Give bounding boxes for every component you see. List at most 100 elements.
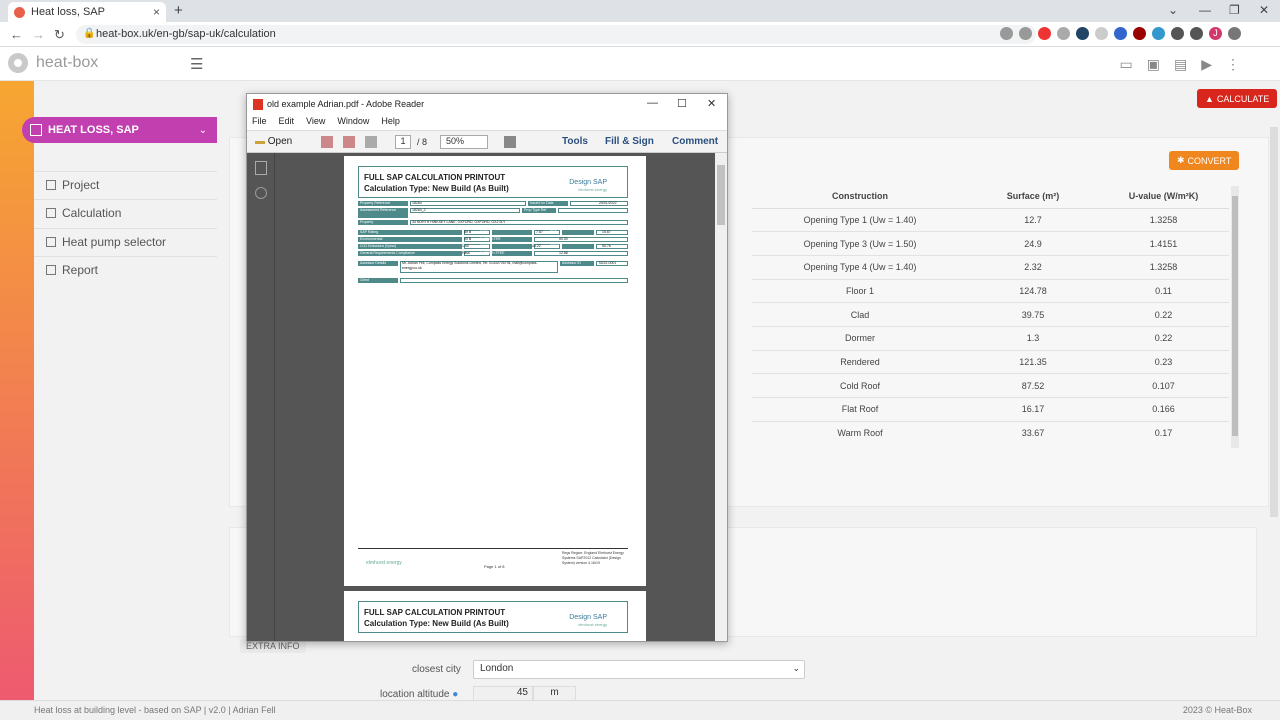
pages-icon[interactable] xyxy=(255,161,267,175)
pdf-title: FULL SAP CALCULATION PRINTOUT xyxy=(364,608,506,617)
page-total: / 8 xyxy=(417,137,428,147)
menu-help[interactable]: Help xyxy=(381,116,400,130)
table-cell: 124.78 xyxy=(968,279,1098,304)
kebab-menu-icon[interactable] xyxy=(1228,27,1241,40)
sidebar-item-heat-pump-selector[interactable]: Heat pump selector xyxy=(34,228,217,254)
menu-edit[interactable]: Edit xyxy=(279,116,295,130)
reader-toolbar: ▬ Open 1 / 8 50% Tools Fill & Sign Comme… xyxy=(247,130,727,153)
sidebar-item-report[interactable]: Report xyxy=(34,256,217,282)
warning-icon: ▲ xyxy=(1205,93,1214,104)
fill-sign-link[interactable]: Fill & Sign xyxy=(605,136,654,147)
document-icon[interactable]: ▤ xyxy=(1174,56,1187,73)
puzzle-icon[interactable] xyxy=(1171,27,1184,40)
app-logo[interactable]: heat-box xyxy=(8,53,98,73)
pdf-text: Property Reference xyxy=(360,201,391,205)
table-row[interactable]: Clad 39.75 0.22 xyxy=(752,302,1229,327)
reload-icon[interactable]: ↻ xyxy=(54,27,65,43)
table-cell: 0.11 xyxy=(1098,279,1229,304)
open-button[interactable]: ▬ Open xyxy=(255,136,292,147)
url-bar[interactable]: 🔒 heat-box.uk/en-gb/sap-uk/calculation xyxy=(76,25,1036,44)
restore-icon[interactable]: ❐ xyxy=(1229,3,1240,17)
page-number-input[interactable]: 1 xyxy=(395,135,411,149)
table-cell: 0.166 xyxy=(1098,397,1229,422)
menu-window[interactable]: Window xyxy=(337,116,369,130)
pdf-value-cell xyxy=(534,251,628,256)
forward-icon[interactable]: → xyxy=(32,27,45,42)
fit-page-icon[interactable] xyxy=(504,136,516,148)
pdf-value-cell xyxy=(410,208,520,213)
pdf-subtitle: Calculation Type: New Build (As Built) xyxy=(364,619,509,628)
pdf-scrollbar-thumb[interactable] xyxy=(717,165,725,225)
table-scrollbar[interactable] xyxy=(1231,186,1239,448)
adblock-icon[interactable] xyxy=(1038,27,1051,40)
close-window-icon[interactable]: ✕ xyxy=(1259,3,1269,17)
save-icon[interactable]: ▣ xyxy=(1147,56,1160,73)
pdf-text: 89 B xyxy=(464,230,472,234)
back-icon[interactable]: ← xyxy=(10,27,23,42)
table-row[interactable]: Floor 1 124.78 0.11 xyxy=(752,279,1229,304)
folder-icon[interactable]: ▭ xyxy=(1120,56,1133,73)
table-scrollbar-thumb[interactable] xyxy=(1232,196,1238,436)
reader-titlebar[interactable]: old example Adrian.pdf - Adobe Reader — … xyxy=(247,94,727,116)
table-row[interactable]: Warm Roof 33.67 0.17 xyxy=(752,421,1229,445)
table-row[interactable]: Rendered 121.35 0.23 xyxy=(752,350,1229,375)
sidebar-item-label: Project xyxy=(62,177,100,192)
extension-icon[interactable] xyxy=(1095,27,1108,40)
video-icon[interactable]: ▶ xyxy=(1201,56,1212,73)
menu-view[interactable]: View xyxy=(306,116,325,130)
table-row[interactable]: Cold Roof 87.52 0.107 xyxy=(752,373,1229,398)
attachment-icon[interactable] xyxy=(255,187,267,199)
convert-button[interactable]: ✱ CONVERT xyxy=(1169,151,1240,170)
chevron-down-icon: ⌄ xyxy=(792,663,800,673)
tools-link[interactable]: Tools xyxy=(562,136,588,147)
pdf-scrollbar[interactable] xyxy=(715,153,727,641)
table-row[interactable]: Dormer 1.3 0.22 xyxy=(752,326,1229,351)
profile-avatar[interactable]: J xyxy=(1209,27,1222,40)
extension-icon[interactable] xyxy=(1057,27,1070,40)
app-header: heat-box ☰ ▭ ▣ ▤ ▶ ⋮ xyxy=(0,47,1280,81)
pdf-text: 34 NORTH HINKSEY LANE, OXFORD, OXFORD, O… xyxy=(412,220,506,224)
tab-search-icon[interactable]: ⌄ xyxy=(1168,3,1178,17)
upload-icon[interactable] xyxy=(321,136,333,148)
hamburger-menu-icon[interactable]: ☰ xyxy=(190,55,203,73)
table-row[interactable]: Opening Type 4 (Uw = 1.40) 2.32 1.3258 xyxy=(752,255,1229,280)
calculate-button[interactable]: ▲ CALCULATE xyxy=(1197,89,1278,108)
pdf-label-cell xyxy=(562,230,594,235)
tab-close-icon[interactable]: × xyxy=(153,5,160,19)
pdf-value-cell xyxy=(558,208,628,213)
new-tab-button[interactable]: + xyxy=(174,2,183,19)
sidebar-item-calculation[interactable]: Calculation xyxy=(34,199,217,225)
comment-link[interactable]: Comment xyxy=(672,136,718,147)
pdf-row xyxy=(358,208,628,218)
pdf-text: Pass xyxy=(462,251,470,255)
menu-file[interactable]: File xyxy=(252,116,267,130)
table-row[interactable]: Opening Type 1 (Uw = 1.40) 12.7 1.3258 xyxy=(752,208,1229,233)
table-cell: 24.9 xyxy=(968,231,1098,256)
sidebar-item-project[interactable]: Project xyxy=(34,171,217,197)
extension-icon[interactable] xyxy=(1152,27,1165,40)
table-row[interactable]: Opening Type 3 (Uw = 1.50) 24.9 1.4151 xyxy=(752,231,1229,256)
sidepanel-icon[interactable] xyxy=(1190,27,1203,40)
bookmark-star-icon[interactable] xyxy=(1019,27,1032,40)
share-icon[interactable] xyxy=(1000,27,1013,40)
table-row[interactable]: Flat Roof 16.17 0.166 xyxy=(752,397,1229,422)
ublock-icon[interactable] xyxy=(1133,27,1146,40)
extension-icon[interactable] xyxy=(1114,27,1127,40)
adobe-reader-window: old example Adrian.pdf - Adobe Reader — … xyxy=(246,93,728,642)
help-icon[interactable]: ● xyxy=(452,689,458,700)
minimize-icon[interactable]: — xyxy=(1199,3,1211,17)
pdf-viewport[interactable]: FULL SAP CALCULATION PRINTOUT Calculatio… xyxy=(275,153,715,641)
more-icon[interactable]: ⋮ xyxy=(1226,56,1240,73)
minimize-icon[interactable]: — xyxy=(647,97,658,109)
extension-icon[interactable] xyxy=(1076,27,1089,40)
sidebar-menu-heat-loss[interactable]: HEAT LOSS, SAP ⌄ xyxy=(22,117,217,143)
page-scrollbar[interactable] xyxy=(1270,127,1278,517)
closest-city-select[interactable]: London ⌄ xyxy=(473,660,805,679)
close-icon[interactable]: ✕ xyxy=(707,97,716,110)
edit-icon[interactable] xyxy=(365,136,377,148)
zoom-select[interactable]: 50% xyxy=(440,135,488,149)
browser-tab[interactable]: Heat loss, SAP × xyxy=(8,2,166,22)
print-icon[interactable] xyxy=(343,136,355,148)
maximize-icon[interactable]: ☐ xyxy=(677,97,687,110)
site-favicon-icon xyxy=(14,6,25,18)
